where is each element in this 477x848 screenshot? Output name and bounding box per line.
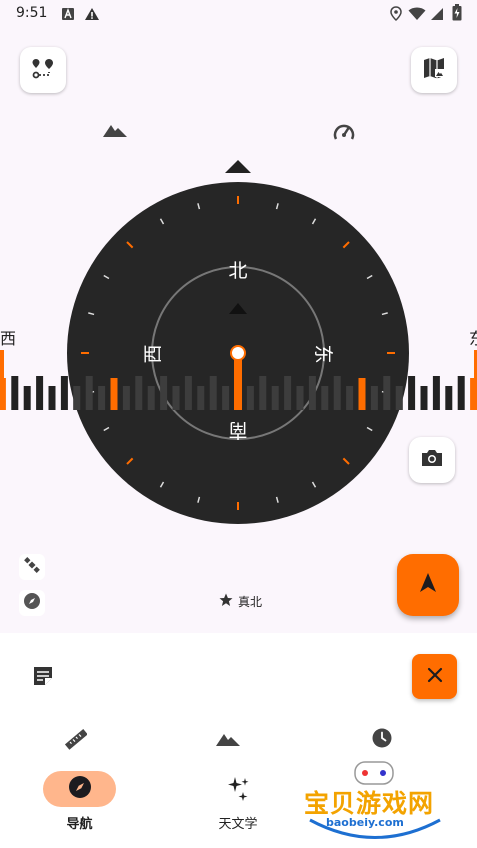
heading-bar [60,376,68,410]
compass-icon [23,592,41,614]
star-icon [219,593,233,610]
heading-bar-overlay [370,386,378,410]
note-icon[interactable] [32,665,54,691]
tab-navigation-indicator[interactable] [43,771,116,807]
west-label: 西 [142,344,164,363]
tab-navigation[interactable]: 导航 [43,813,116,832]
heading-bar [36,376,44,410]
heading-bar [11,376,19,410]
heading-bar [48,386,56,410]
true-north-indicator: 真北 [219,593,262,610]
strip-east-label: 东 [469,329,477,348]
heading-bar-overlay [333,376,341,410]
compass-icon [68,775,92,803]
heading-bar-overlay [110,378,118,410]
heading-bar-overlay [271,386,279,410]
heading-bar [420,386,428,410]
east-label: 东 [312,344,334,363]
satellite-button[interactable] [19,554,45,580]
close-icon [427,667,443,687]
camera-icon [421,448,443,472]
heading-bar-overlay [184,376,192,410]
compass-small-button[interactable] [19,590,45,616]
strip-edge-bar [0,350,4,410]
heading-bar-overlay [308,376,316,410]
heading-bar-overlay [222,386,230,410]
heading-bar-overlay [296,386,304,410]
heading-bar [457,376,465,410]
heading-bar-overlay [259,376,267,410]
heading-bar-overlay [160,376,168,410]
north-label: 北 [228,260,247,282]
sparkles-icon[interactable] [226,775,252,807]
heading-bar [432,376,440,410]
heading-bar-overlay [358,378,366,410]
heading-bar-overlay [122,386,130,410]
heading-bar-overlay [85,376,93,410]
camera-button[interactable] [409,437,455,483]
heading-bar-overlay [172,386,180,410]
close-button[interactable] [412,654,457,699]
heading-bar-overlay [246,386,254,410]
heading-bar-overlay [321,386,329,410]
heading-bar [445,386,453,410]
heading-bar-overlay [197,386,205,410]
ruler-icon[interactable] [64,728,88,754]
tab-astronomy[interactable]: 天文学 [201,813,275,832]
heading-bar-overlay [98,386,106,410]
true-north-label: 真北 [238,595,263,609]
watermark: 宝贝游戏网 baobeiy.com [300,760,450,840]
heading-bar-overlay [135,376,143,410]
satellite-icon [24,557,40,577]
heading-bar-overlay [383,376,391,410]
heading-bar [23,386,31,410]
south-label: 南 [228,419,247,441]
needle-pivot [230,345,246,361]
mountain-tool-icon[interactable] [216,731,240,751]
navigate-button[interactable] [397,554,459,616]
watermark-text: 宝贝游戏网 [304,789,435,818]
clock-icon[interactable] [372,728,392,752]
watermark-url: baobeiy.com [326,816,404,829]
navigation-arrow-icon [418,572,438,598]
heading-bar-overlay [209,376,217,410]
heading-bar-overlay [147,386,155,410]
compass-view[interactable]: 北 南 东 西 西 东 [0,0,477,540]
heading-bar-overlay [284,376,292,410]
strip-west-label: 西 [0,329,16,348]
heading-bar-overlay [73,386,81,410]
heading-bar-overlay [395,386,403,410]
heading-bar [408,376,416,410]
heading-pointer [225,160,251,173]
heading-bar-overlay [346,386,354,410]
